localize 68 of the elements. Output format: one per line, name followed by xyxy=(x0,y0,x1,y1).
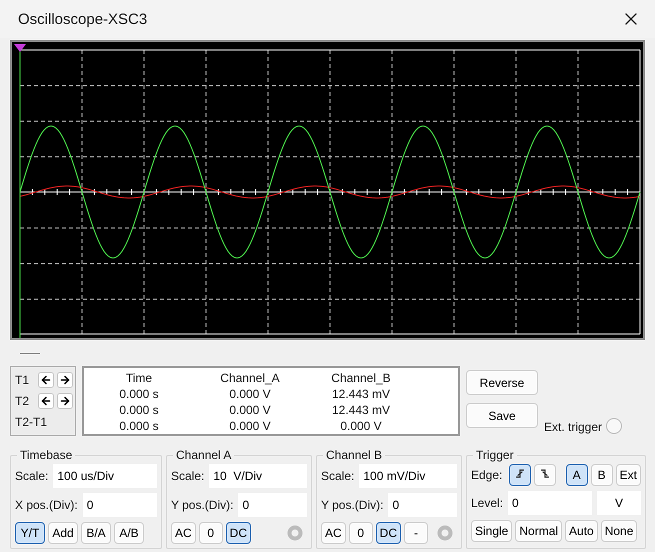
group-title: Trigger xyxy=(475,448,515,462)
mode-button[interactable]: 0 xyxy=(198,522,223,544)
falling-edge-button[interactable] xyxy=(534,464,556,486)
table-cell-text: 0.000 s xyxy=(118,402,160,418)
table-cell-text: 12.443 mV xyxy=(330,386,392,402)
mode-button[interactable]: DC xyxy=(376,522,402,544)
table-cell-text: 0.000 V xyxy=(228,386,272,402)
group-title: Timebase xyxy=(19,448,74,462)
action-button[interactable]: Save xyxy=(466,403,538,428)
source-button[interactable]: B xyxy=(590,464,613,486)
mode-button[interactable]: - xyxy=(404,522,428,544)
field-label: Edge: xyxy=(471,468,502,482)
table-cell-text: 0.000 V xyxy=(228,418,272,434)
window-title: Oscilloscope-XSC3 xyxy=(18,10,148,28)
mode-button[interactable]: AC xyxy=(171,522,196,544)
mode-button[interactable]: 0 xyxy=(348,522,373,544)
cursor-left-button[interactable] xyxy=(38,392,54,409)
level-field[interactable]: 0 xyxy=(508,491,592,515)
cursor-label: T2 xyxy=(15,394,30,408)
table-cell-text: 0.000 V xyxy=(228,402,272,418)
cursor-right-button[interactable] xyxy=(57,392,73,409)
trigger-mode-button[interactable]: Single xyxy=(471,520,512,542)
position-field[interactable]: 0 xyxy=(82,493,157,517)
right-arrow-icon xyxy=(59,374,71,386)
column-header: Channel_A xyxy=(219,370,281,386)
mode-button[interactable]: AC xyxy=(321,522,346,544)
cursor-label: T1 xyxy=(15,372,30,387)
column-header: Channel_B xyxy=(330,370,392,386)
mode-button[interactable]: DC xyxy=(226,522,252,544)
position-field[interactable]: 0 xyxy=(238,493,307,517)
source-button[interactable]: Ext xyxy=(616,464,641,486)
field-label: Y pos.(Div): xyxy=(321,498,384,512)
source-button[interactable]: A xyxy=(566,464,588,486)
action-button[interactable]: Reverse xyxy=(466,370,538,395)
right-arrow-icon xyxy=(59,394,71,407)
mode-button[interactable]: A/B xyxy=(114,522,144,544)
mode-button[interactable]: B/A xyxy=(81,522,111,544)
field-label: Y pos.(Div): xyxy=(171,498,234,512)
mode-button[interactable]: Y/T xyxy=(15,522,45,544)
group-title: Channel B xyxy=(325,448,384,462)
table-cell-text: 12.443 mV xyxy=(330,402,392,418)
field-label: Level: xyxy=(471,496,504,510)
left-arrow-icon xyxy=(40,374,52,386)
scale-field[interactable]: 100 us/Div xyxy=(53,464,157,488)
table-cell-text: 0.000 s xyxy=(118,418,160,434)
group-title: Channel A xyxy=(175,448,232,462)
column-header: Time xyxy=(124,370,154,386)
ext-trigger-label: Ext. trigger xyxy=(544,420,602,434)
cursor-left-button[interactable] xyxy=(38,372,54,388)
trigger-mode-button[interactable]: Normal xyxy=(515,520,562,542)
trigger-mode-button[interactable]: None xyxy=(600,520,638,542)
mode-button[interactable]: Add xyxy=(48,522,78,544)
position-field[interactable]: 0 xyxy=(388,493,457,517)
unit-field[interactable]: V xyxy=(597,491,641,515)
field-label: Scale: xyxy=(15,469,48,483)
scale-field[interactable]: 10 V/Div xyxy=(209,464,307,488)
table-cell-text: 0.000 V xyxy=(339,418,383,434)
left-arrow-icon xyxy=(40,394,52,407)
field-label: Scale: xyxy=(171,469,204,483)
rising-edge-button[interactable] xyxy=(508,464,531,486)
field-label: X pos.(Div): xyxy=(15,498,78,512)
scale-field[interactable]: 100 mV/Div xyxy=(359,464,457,488)
trigger-mode-button[interactable]: Auto xyxy=(565,520,598,542)
cursor-label: T2-T1 xyxy=(15,415,48,430)
table-cell-text: 0.000 s xyxy=(118,386,160,402)
field-label: Scale: xyxy=(321,469,354,483)
ext-trigger-radio[interactable] xyxy=(606,418,622,434)
cursor-right-button[interactable] xyxy=(57,372,73,388)
